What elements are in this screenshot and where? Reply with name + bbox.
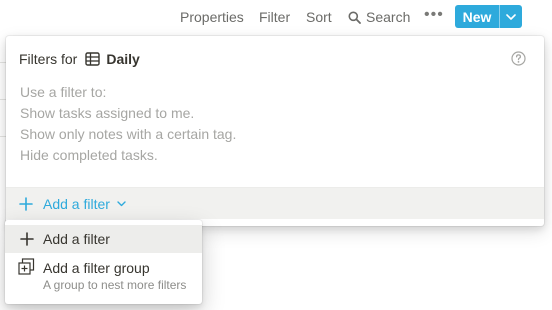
help-icon[interactable] [511, 51, 526, 71]
add-filter-label: Add a filter [43, 195, 110, 212]
sort-button[interactable]: Sort [306, 8, 332, 26]
search-label: Search [366, 9, 411, 25]
more-options-button[interactable]: ••• [424, 6, 444, 24]
panel-header: Filters for Daily [19, 50, 140, 68]
filter-hint-item: Show only notes with a certain tag. [20, 126, 237, 142]
new-button-group: New [455, 5, 522, 28]
add-filter-button[interactable]: Add a filter [6, 187, 544, 219]
new-button[interactable]: New [455, 5, 499, 28]
chevron-down-icon [117, 200, 126, 207]
database-name: Daily [106, 51, 140, 67]
chevron-down-icon [506, 13, 516, 20]
search-button[interactable]: Search [348, 8, 410, 26]
menu-item-label: Add a filter [43, 231, 110, 247]
plus-icon [19, 232, 35, 246]
filter-hint-title: Use a filter to: [20, 84, 107, 100]
menu-item-add-filter[interactable]: Add a filter [5, 225, 202, 253]
search-icon [348, 11, 361, 24]
filters-panel: Filters for Daily Use a filter to: Show … [6, 36, 544, 226]
menu-item-description: A group to nest more filters [43, 278, 187, 292]
add-filter-menu: Add a filter Add a filter group A group … [5, 220, 202, 304]
table-icon [85, 52, 101, 66]
menu-item-label: Add a filter group [43, 260, 150, 276]
menu-item-add-filter-group[interactable]: Add a filter group A group to nest more … [5, 256, 202, 298]
properties-button[interactable]: Properties [180, 8, 244, 26]
filter-hint-item: Show tasks assigned to me. [20, 105, 195, 121]
plus-icon [19, 196, 33, 211]
filter-hint-item: Hide completed tasks. [20, 147, 158, 163]
panel-title: Filters for [19, 51, 78, 67]
filter-button[interactable]: Filter [259, 8, 290, 26]
filter-group-icon [18, 258, 35, 280]
view-toolbar: Properties Filter Sort Search ••• New [0, 0, 552, 34]
new-dropdown-button[interactable] [500, 5, 522, 28]
